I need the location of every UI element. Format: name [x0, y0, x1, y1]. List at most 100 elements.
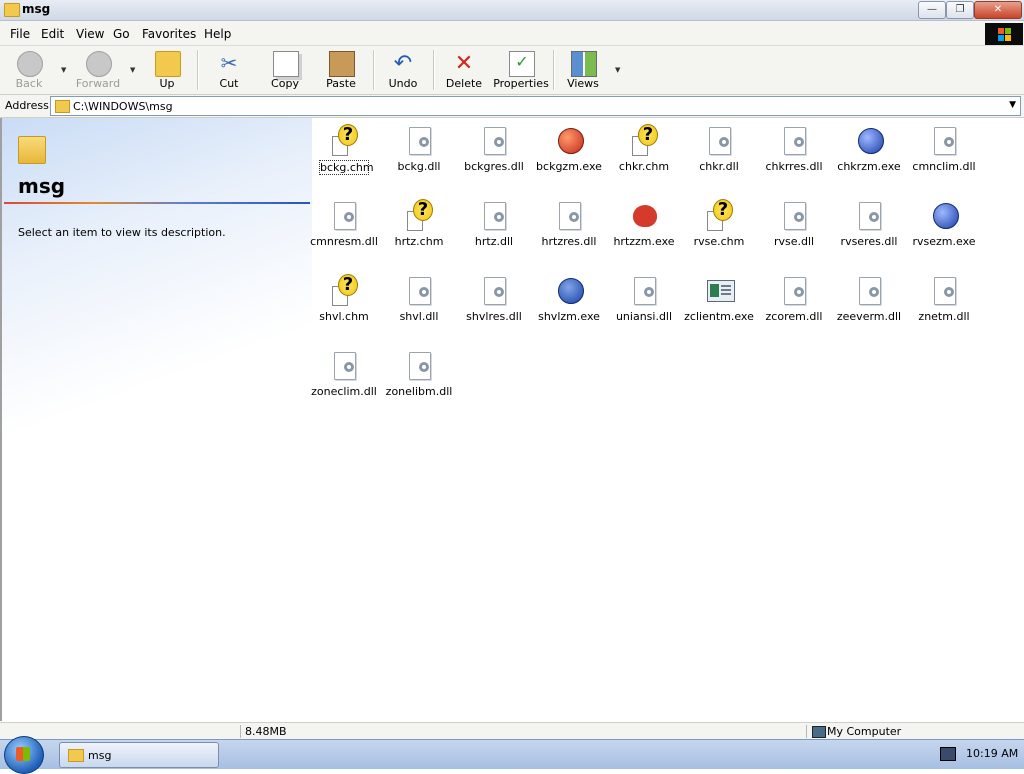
menu-view[interactable]: View	[76, 27, 104, 41]
file-item[interactable]: rvse.dll	[759, 197, 829, 267]
up-button[interactable]: Up	[141, 48, 193, 92]
file-item[interactable]: shvlres.dll	[459, 272, 529, 342]
dll-file-icon	[780, 126, 808, 156]
file-name: znetm.dll	[918, 310, 970, 323]
file-item[interactable]: ? shvl.chm	[309, 272, 379, 342]
file-item[interactable]: bckgzm.exe	[534, 122, 604, 192]
backgammon-exe-icon	[555, 126, 584, 156]
file-item[interactable]: ? hrtz.chm	[384, 197, 454, 267]
undo-button[interactable]: ↶ Undo	[377, 48, 429, 92]
file-item[interactable]: zeeverm.dll	[834, 272, 904, 342]
file-item[interactable]: zonelibm.dll	[384, 347, 454, 417]
toolbar-separator	[433, 50, 435, 90]
file-item[interactable]: chkrres.dll	[759, 122, 829, 192]
menu-help[interactable]: Help	[204, 27, 231, 41]
back-button[interactable]: Back	[3, 48, 55, 92]
file-item[interactable]: bckg.dll	[384, 122, 454, 192]
close-button[interactable]: ✕	[974, 1, 1022, 19]
file-item[interactable]: znetm.dll	[909, 272, 979, 342]
maximize-button[interactable]: ❐	[946, 1, 974, 19]
file-item[interactable]: ? bckg.chm	[309, 122, 379, 192]
file-name: zclientm.exe	[684, 310, 754, 323]
file-item[interactable]: zclientm.exe	[684, 272, 754, 342]
properties-button[interactable]: ✓ Properties	[491, 48, 551, 92]
file-item[interactable]: hrtzres.dll	[534, 197, 604, 267]
file-name: hrtzres.dll	[541, 235, 597, 248]
file-item[interactable]: ? chkr.chm	[609, 122, 679, 192]
network-icon[interactable]	[940, 747, 956, 761]
details-pane: msg Select an item to view its descripti…	[0, 118, 312, 721]
pane-description: Select an item to view its description.	[18, 226, 226, 239]
views-icon	[571, 51, 597, 77]
file-name: shvl.dll	[399, 310, 439, 323]
file-item[interactable]: cmnresm.dll	[309, 197, 379, 267]
paste-label: Paste	[326, 77, 356, 90]
file-item[interactable]: zoneclim.dll	[309, 347, 379, 417]
file-item[interactable]: rvsezm.exe	[909, 197, 979, 267]
back-label: Back	[15, 77, 43, 90]
menu-file[interactable]: File	[10, 27, 30, 41]
file-item[interactable]: uniansi.dll	[609, 272, 679, 342]
file-item[interactable]: ? rvse.chm	[684, 197, 754, 267]
copy-button[interactable]: Copy	[259, 48, 311, 92]
dll-file-icon	[330, 351, 358, 381]
file-item[interactable]: shvl.dll	[384, 272, 454, 342]
address-value[interactable]: C:\WINDOWS\msg	[73, 100, 173, 113]
menu-favorites[interactable]: Favorites	[142, 27, 196, 41]
title-bar: msg — ❐ ✕	[0, 0, 1024, 21]
clock[interactable]: 10:19 AM	[966, 747, 1018, 760]
file-item[interactable]: cmnclim.dll	[909, 122, 979, 192]
folder-icon	[55, 100, 70, 113]
file-item[interactable]: chkr.dll	[684, 122, 754, 192]
delete-button[interactable]: ✕ Delete	[438, 48, 490, 92]
up-folder-icon	[155, 51, 181, 77]
status-bar: 8.48MB My Computer	[0, 722, 1024, 740]
cut-button[interactable]: ✂ Cut	[203, 48, 255, 92]
dll-file-icon	[405, 351, 433, 381]
status-location: My Computer	[806, 725, 1024, 738]
properties-icon: ✓	[509, 51, 535, 77]
minimize-button[interactable]: —	[918, 1, 946, 19]
dll-file-icon	[930, 276, 958, 306]
reversi-exe-icon	[930, 201, 959, 231]
scissors-icon: ✂	[220, 51, 238, 75]
hearts-exe-icon	[630, 201, 658, 231]
back-dropdown-icon[interactable]: ▼	[61, 66, 66, 74]
window-title: msg	[22, 2, 51, 16]
forward-dropdown-icon[interactable]: ▼	[130, 66, 135, 74]
forward-button[interactable]: Forward	[72, 48, 124, 92]
views-button[interactable]: Views	[557, 48, 609, 92]
address-field[interactable]: C:\WINDOWS\msg ▼	[50, 96, 1021, 116]
menu-go[interactable]: Go	[113, 27, 130, 41]
dll-file-icon	[555, 201, 583, 231]
file-name: bckg.dll	[397, 160, 441, 173]
dll-file-icon	[855, 201, 883, 231]
file-name: hrtzzm.exe	[613, 235, 675, 248]
views-label: Views	[567, 77, 599, 90]
file-item[interactable]: bckgres.dll	[459, 122, 529, 192]
file-name: zonelibm.dll	[385, 385, 453, 398]
file-name: chkr.dll	[699, 160, 739, 173]
spades-exe-icon	[555, 276, 584, 306]
file-item[interactable]: hrtz.dll	[459, 197, 529, 267]
file-item[interactable]: chkrzm.exe	[834, 122, 904, 192]
start-button[interactable]	[4, 736, 44, 774]
file-item[interactable]: shvlzm.exe	[534, 272, 604, 342]
file-item[interactable]: zcorem.dll	[759, 272, 829, 342]
menu-edit[interactable]: Edit	[41, 27, 64, 41]
taskbar: msg 10:19 AM	[0, 736, 1024, 774]
address-label: Address	[5, 99, 49, 112]
address-dropdown-icon[interactable]: ▼	[1009, 100, 1016, 110]
paste-button[interactable]: Paste	[315, 48, 367, 92]
dll-file-icon	[930, 126, 958, 156]
views-dropdown-icon[interactable]: ▼	[615, 66, 620, 74]
help-file-icon: ?	[630, 124, 658, 156]
file-item[interactable]: hrtzzm.exe	[609, 197, 679, 267]
pane-title: msg	[18, 174, 66, 198]
file-item[interactable]: rvseres.dll	[834, 197, 904, 267]
taskbar-item-msg[interactable]: msg	[59, 742, 219, 768]
file-name: zcorem.dll	[765, 310, 823, 323]
file-list: ? bckg.chm bckg.dll bckgres.dll bckgzm.exe? c…	[310, 118, 1024, 721]
help-file-icon: ?	[330, 274, 358, 306]
file-name: cmnclim.dll	[912, 160, 976, 173]
